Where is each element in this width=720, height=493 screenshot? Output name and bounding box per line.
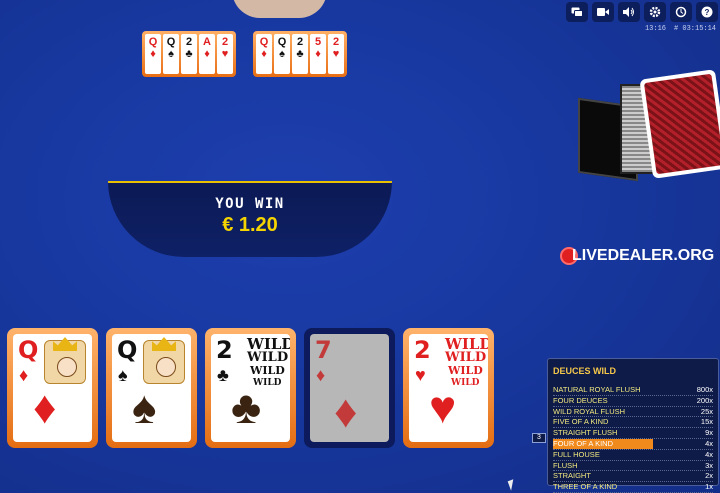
chat-icon[interactable]: [566, 2, 588, 22]
card-rank: Q: [117, 336, 138, 364]
card-rank: 7: [315, 336, 332, 364]
mini-card: Q ♠: [163, 34, 179, 74]
mini-card: Q ♠: [274, 34, 290, 74]
watermark: LIVEDEALER.ORG: [560, 247, 714, 265]
card-big-suit: ♠: [132, 381, 157, 433]
playing-card: Q ♦ ♦: [13, 334, 92, 442]
paytable-payout: 4x: [705, 449, 713, 459]
win-banner: YOU WIN € 1.20: [108, 181, 392, 257]
card-big-suit: ♦: [334, 385, 358, 437]
card-big-suit: ♣: [231, 381, 262, 433]
paytable-row: FIVE OF A KIND 15x: [553, 417, 713, 429]
paytable-row: FULL HOUSE 4x: [553, 450, 713, 461]
paytable-payout: 3x: [705, 460, 713, 470]
paytable-hand-name: FOUR OF A KIND: [553, 438, 654, 449]
card-rank: Q: [18, 336, 39, 364]
card-suit: ♦: [316, 365, 326, 385]
win-title: YOU WIN: [215, 196, 285, 212]
paytable-row: NATURAL ROYAL FLUSH 800x: [553, 385, 713, 396]
paytable-payout: 200x: [696, 395, 713, 405]
card-suit: ♥: [415, 365, 426, 385]
clock: 13:16 # 03:15:14: [645, 25, 716, 33]
time-label: 13:16: [644, 25, 666, 33]
mini-card: 5 ♦: [310, 34, 326, 74]
mini-card: A ♦: [199, 34, 215, 74]
card-shoe: [574, 64, 720, 194]
toolbar: ?: [566, 2, 718, 22]
watermark-text: LIVEDEALER.ORG: [572, 247, 715, 264]
game-table: Q ♦ Q ♠ 2 ♣ A ♦ 2 ♥ Q ♦ Q ♠ 2 ♣ 5 ♦ 2 ♥ ? 13:16: [0, 0, 720, 493]
paytable-payout: 15x: [700, 417, 713, 427]
sound-icon[interactable]: [618, 2, 640, 22]
dealer-hand: [232, 0, 327, 18]
card-suit: ♣: [217, 365, 229, 385]
paytable-hand-name: FULL HOUSE: [553, 449, 600, 459]
playing-card: 2 ♥ WILD WILD WILD WILD ♥: [409, 334, 488, 442]
paytable-rows: NATURAL ROYAL FLUSH 800x FOUR DEUCES 200x WI…: [548, 385, 718, 493]
paytable-hand-name: FLUSH: [553, 460, 578, 470]
playing-card: 7 ♦ ♦: [310, 334, 389, 442]
paytable-row: FOUR DEUCES 200x: [553, 396, 713, 407]
paytable-row: FLUSH 3x: [553, 461, 713, 472]
card-rank: 2: [216, 336, 233, 364]
history-icon[interactable]: [670, 2, 692, 22]
paytable-hand-name: STRAIGHT: [553, 471, 591, 481]
hand-card-3[interactable]: 2 ♣ WILD WILD WILD WILD ♣: [205, 328, 296, 448]
paytable-hand-name: NATURAL ROYAL FLUSH: [553, 385, 641, 394]
paytable-payout: 800x: [696, 385, 713, 394]
playing-card: 2 ♣ WILD WILD WILD WILD ♣: [211, 334, 290, 442]
video-icon[interactable]: [592, 2, 614, 22]
card-big-suit: ♦: [33, 381, 57, 433]
paytable-hand-name: FOUR DEUCES: [553, 395, 608, 405]
player-hand: Q ♦ ♦ Q ♠ ♠ 2 ♣ WILD WILD WILD WILD ♣ 7 …: [7, 328, 494, 448]
paytable-payout: 2x: [705, 471, 713, 481]
paytable-bet-marker: 3: [532, 433, 546, 443]
paytable-row: FOUR OF A KIND 4x: [553, 438, 713, 450]
paytable-row: WILD ROYAL FLUSH 25x: [553, 407, 713, 418]
mini-card: Q ♦: [145, 34, 161, 74]
paytable-payout: 9x: [705, 428, 713, 438]
paytable-title: DEUCES WILD: [553, 366, 616, 376]
paytable-payout: 4x: [705, 438, 713, 448]
paytable-row: STRAIGHT 2x: [553, 471, 713, 483]
card-suit: ♦: [19, 365, 29, 385]
paytable-row: STRAIGHT FLUSH 9x: [553, 428, 713, 439]
card-big-suit: ♥: [429, 381, 457, 433]
mini-card: Q ♦: [256, 34, 272, 74]
queen-face-icon: [44, 340, 86, 384]
svg-text:?: ?: [705, 8, 710, 17]
card-suit: ♠: [118, 365, 128, 385]
help-icon[interactable]: ?: [696, 2, 718, 22]
settings-gear-icon[interactable]: [644, 2, 666, 22]
mini-card: 2 ♣: [292, 34, 308, 74]
paytable-hand-name: WILD ROYAL FLUSH: [553, 406, 626, 416]
paytable: DEUCES WILD NATURAL ROYAL FLUSH 800x FOUR …: [547, 358, 719, 493]
mini-card: 2 ♥: [328, 34, 344, 74]
hand-card-2[interactable]: Q ♠ ♠: [106, 328, 197, 448]
hand-card-4[interactable]: 7 ♦ ♦: [304, 328, 395, 448]
paytable-row: THREE OF A KIND 1x: [553, 482, 713, 493]
mini-card: 2 ♥: [217, 34, 233, 74]
mini-card: 2 ♣: [181, 34, 197, 74]
history-hand-2: Q ♦ Q ♠ 2 ♣ 5 ♦ 2 ♥: [253, 31, 347, 77]
round-id-label: # 03:15:14: [673, 25, 716, 33]
queen-face-icon: [143, 340, 185, 384]
win-amount: € 1.20: [222, 214, 278, 236]
history-hand-1: Q ♦ Q ♠ 2 ♣ A ♦ 2 ♥: [142, 31, 236, 77]
paytable-payout: 25x: [700, 406, 713, 416]
paytable-hand-name: STRAIGHT FLUSH: [553, 428, 618, 438]
paytable-hand-name: FIVE OF A KIND: [553, 417, 609, 427]
mouse-cursor-icon: [507, 477, 523, 491]
paytable-payout: 1x: [705, 482, 713, 492]
hand-card-5[interactable]: 2 ♥ WILD WILD WILD WILD ♥: [403, 328, 494, 448]
paytable-hand-name: THREE OF A KIND: [553, 482, 618, 492]
card-rank: 2: [414, 336, 431, 364]
playing-card: Q ♠ ♠: [112, 334, 191, 442]
hand-card-1[interactable]: Q ♦ ♦: [7, 328, 98, 448]
